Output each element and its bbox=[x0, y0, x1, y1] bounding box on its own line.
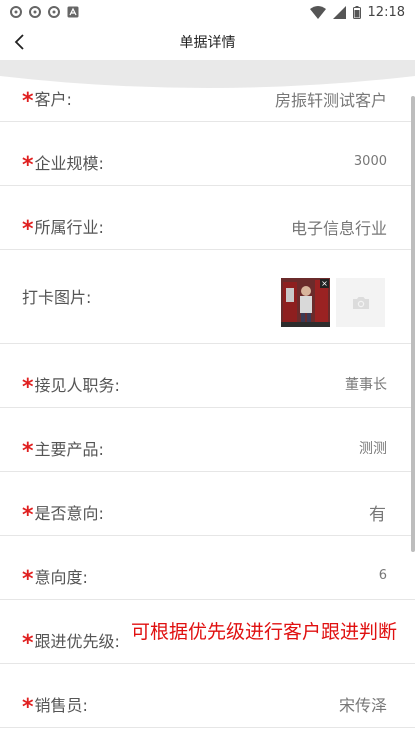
field-row-company-size: *企业规模: 3000 bbox=[0, 122, 415, 186]
field-value-salesperson: 宋传泽 bbox=[338, 696, 387, 715]
wifi-icon bbox=[309, 5, 326, 19]
scrollbar[interactable] bbox=[411, 96, 415, 552]
field-row-industry: *所属行业: 电子信息行业 bbox=[0, 186, 415, 250]
gear-icon bbox=[10, 6, 22, 18]
field-value-intention: 有 bbox=[369, 505, 386, 525]
field-row-intention-level: *意向度: 6 bbox=[0, 536, 415, 600]
add-photo-button[interactable] bbox=[336, 278, 385, 327]
status-bar: 12:18 bbox=[0, 0, 415, 24]
field-row-customer: *客户: 房振轩测试客户 bbox=[0, 58, 415, 122]
field-row-checkin-photo: 打卡图片: × bbox=[0, 250, 415, 344]
field-value-customer: 房振轩测试客户 bbox=[274, 91, 387, 110]
back-button[interactable] bbox=[6, 28, 34, 56]
field-label: *客户: bbox=[22, 89, 72, 114]
field-row-contact-title: *接见人职务: 董事长 bbox=[0, 344, 415, 408]
annotation-note: 可根据优先级进行客户跟进判断 bbox=[131, 621, 398, 643]
field-label: *所属行业: bbox=[22, 217, 104, 242]
close-icon[interactable]: × bbox=[320, 279, 329, 288]
back-arrow-icon bbox=[14, 34, 24, 50]
app-bar: 单据详情 bbox=[0, 24, 415, 60]
page-title: 单据详情 bbox=[179, 35, 236, 51]
status-time: 12:18 bbox=[367, 4, 405, 20]
field-value-intention-level: 6 bbox=[378, 568, 387, 583]
field-label: *主要产品: bbox=[22, 439, 104, 464]
field-row-main-products: *主要产品: 测测 bbox=[0, 408, 415, 472]
field-label: *意向度: bbox=[22, 567, 88, 592]
app-a-icon bbox=[67, 6, 79, 18]
status-icons-right: 12:18 bbox=[309, 4, 405, 20]
field-value-company-size: 3000 bbox=[353, 154, 387, 169]
field-label: *企业规模: bbox=[22, 153, 104, 178]
camera-icon bbox=[352, 296, 369, 309]
field-label: 打卡图片: bbox=[22, 288, 92, 307]
photo-thumbnail[interactable]: × bbox=[281, 278, 330, 327]
photo-list: × bbox=[281, 278, 385, 327]
field-label: *接见人职务: bbox=[22, 375, 120, 400]
gear-icon bbox=[48, 6, 60, 18]
field-row-salesperson: *销售员: 宋传泽 bbox=[0, 664, 415, 728]
field-value-main-products: 测测 bbox=[359, 441, 387, 457]
gear-icon bbox=[29, 6, 41, 18]
battery-icon bbox=[352, 5, 361, 19]
field-label: *是否意向: bbox=[22, 503, 104, 528]
status-icons-left bbox=[10, 6, 79, 18]
signal-icon bbox=[332, 5, 346, 19]
field-label: *销售员: bbox=[22, 695, 88, 720]
field-value-contact-title: 董事长 bbox=[345, 377, 387, 393]
field-label: *跟进优先级: bbox=[22, 631, 120, 656]
field-value-industry: 电子信息行业 bbox=[290, 219, 387, 238]
field-row-intention: *是否意向: 有 bbox=[0, 472, 415, 536]
